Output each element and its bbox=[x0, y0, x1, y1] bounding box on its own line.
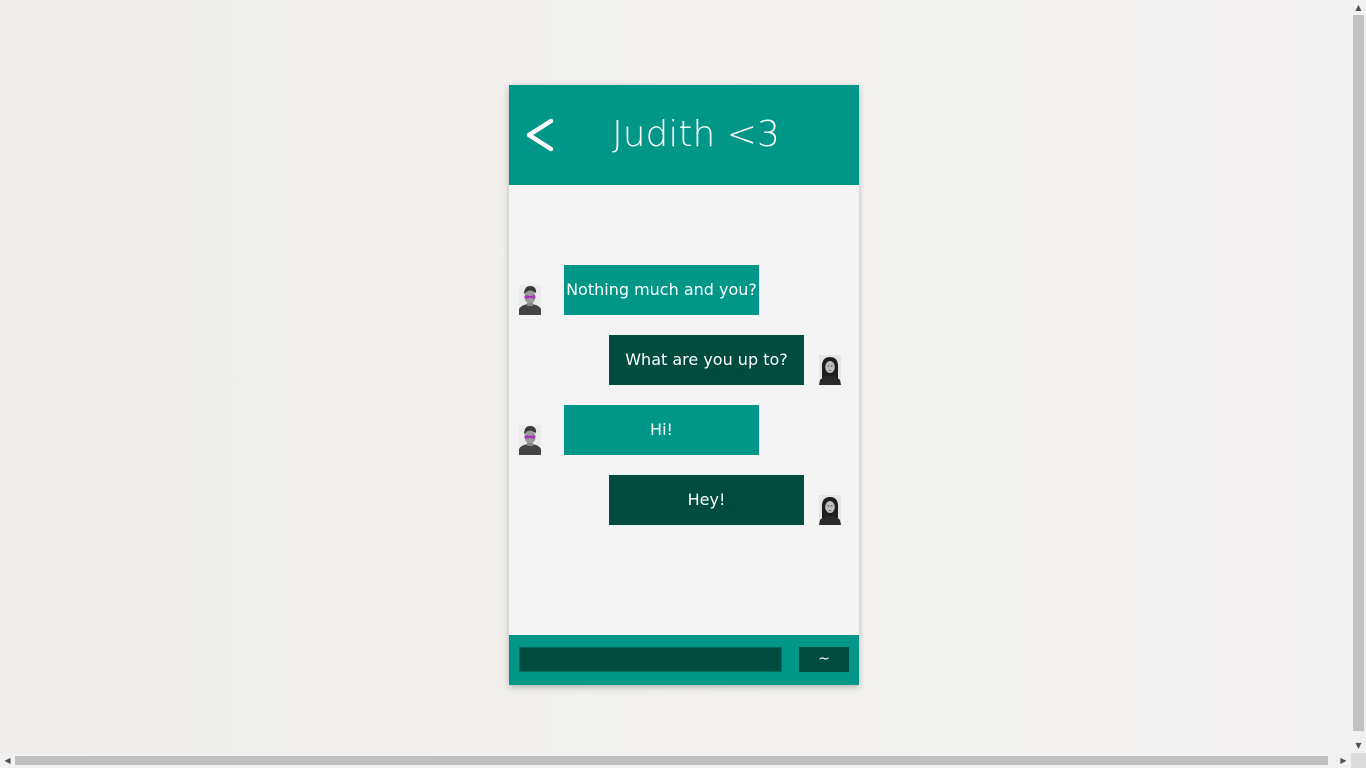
message-bubble: Hey! bbox=[609, 475, 804, 525]
message-incoming: Nothing much and you? bbox=[509, 265, 859, 315]
chat-header: Judith <3 bbox=[509, 85, 859, 185]
vertical-scroll-thumb[interactable] bbox=[1353, 15, 1364, 731]
male-avatar bbox=[519, 285, 541, 315]
scroll-right-icon[interactable]: ▶ bbox=[1336, 753, 1351, 768]
vertical-scrollbar[interactable]: ▲ ▼ bbox=[1351, 0, 1366, 753]
scroll-down-icon[interactable]: ▼ bbox=[1351, 738, 1366, 753]
message-incoming: Hi! bbox=[509, 405, 859, 455]
back-button[interactable] bbox=[523, 115, 563, 155]
send-button[interactable]: ~ bbox=[799, 647, 849, 672]
scroll-left-icon[interactable]: ◀ bbox=[0, 753, 15, 768]
female-avatar bbox=[819, 495, 841, 525]
male-avatar bbox=[519, 425, 541, 455]
horizontal-scrollbar[interactable]: ◀ ▶ bbox=[0, 753, 1351, 768]
chevron-left-icon bbox=[526, 118, 554, 152]
message-list: Nothing much and you? What are you up to… bbox=[509, 185, 859, 635]
horizontal-scroll-thumb[interactable] bbox=[15, 756, 1328, 765]
message-outgoing: Hey! bbox=[509, 475, 859, 525]
female-avatar bbox=[819, 355, 841, 385]
scrollbar-corner bbox=[1351, 753, 1366, 768]
composer-bar: ~ bbox=[509, 635, 859, 685]
chat-window: Judith <3 Nothing much and you? What are… bbox=[509, 85, 859, 685]
message-input[interactable] bbox=[519, 647, 782, 672]
message-bubble: What are you up to? bbox=[609, 335, 804, 385]
message-bubble: Hi! bbox=[564, 405, 759, 455]
message-outgoing: What are you up to? bbox=[509, 335, 859, 385]
scroll-up-icon[interactable]: ▲ bbox=[1351, 0, 1366, 15]
message-bubble: Nothing much and you? bbox=[564, 265, 759, 315]
